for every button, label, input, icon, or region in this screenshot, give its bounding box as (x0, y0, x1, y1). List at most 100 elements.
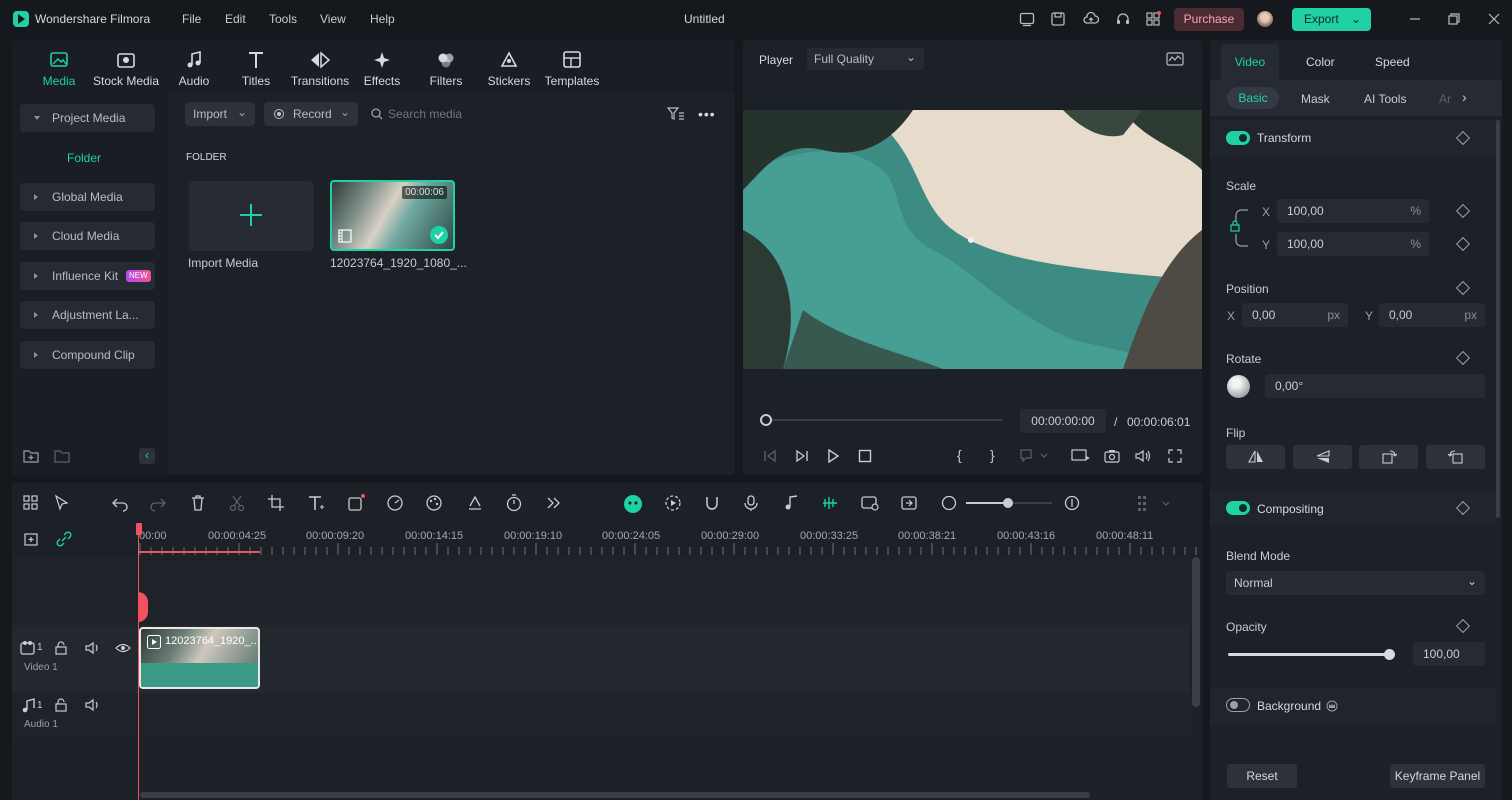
subtab-basic[interactable]: Basic (1227, 87, 1279, 109)
position-x-input[interactable]: 0,00 px (1242, 303, 1348, 327)
collapse-sidebar-button[interactable]: ‹ (139, 448, 155, 464)
folder-icon[interactable] (54, 449, 70, 463)
flip-horizontal-button[interactable] (1226, 445, 1285, 469)
playhead-top-marker[interactable] (136, 523, 142, 535)
zoom-out-icon[interactable] (940, 494, 960, 514)
cloud-upload-icon[interactable] (1083, 11, 1099, 27)
sidebar-item-cloud-media[interactable]: Cloud Media (20, 222, 155, 250)
avatar[interactable] (1257, 11, 1273, 27)
keyframe-panel-button[interactable]: Keyframe Panel (1390, 764, 1485, 788)
tab-templates[interactable]: Templates (537, 50, 607, 88)
properties-scrollbar[interactable] (1496, 120, 1500, 518)
marker-icon[interactable] (1019, 449, 1049, 463)
play-icon[interactable] (826, 449, 840, 463)
more-tools-icon[interactable] (544, 494, 564, 514)
export-button[interactable]: Export ⌄ (1292, 8, 1371, 31)
apps-grid-icon[interactable] (1145, 11, 1161, 27)
layout-switch-icon[interactable] (22, 494, 42, 514)
purchase-button[interactable]: Purchase (1174, 8, 1244, 31)
scale-x-input[interactable]: 100,00 % (1277, 199, 1429, 223)
display-settings-icon[interactable] (1071, 449, 1091, 463)
grid-handle-icon[interactable] (1136, 494, 1170, 514)
tab-audio[interactable]: Audio (159, 50, 229, 88)
rotate-counterclockwise-button[interactable] (1426, 445, 1485, 469)
auto-ripple-icon[interactable] (821, 494, 841, 514)
subtab-mask[interactable]: Mask (1301, 92, 1330, 106)
redo-icon[interactable] (149, 494, 169, 514)
blend-mode-select[interactable]: Normal ⌄ (1226, 571, 1485, 595)
snapshot-camera-icon[interactable] (1104, 449, 1120, 463)
previous-frame-icon[interactable] (762, 449, 778, 463)
select-pointer-icon[interactable] (53, 494, 73, 514)
compositing-toggle[interactable] (1226, 501, 1250, 515)
scale-y-input[interactable]: 100,00 % (1277, 232, 1429, 256)
sidebar-item-global-media[interactable]: Global Media (20, 183, 155, 211)
menu-edit[interactable]: Edit (225, 12, 246, 26)
tab-filters[interactable]: Filters (411, 50, 481, 88)
undo-icon[interactable] (111, 494, 131, 514)
horizontal-scrollbar[interactable] (140, 792, 1090, 798)
audio-track-mute-icon[interactable] (85, 698, 101, 712)
rotate-input[interactable]: 0,00° (1265, 374, 1485, 398)
headset-icon[interactable] (1115, 11, 1131, 27)
import-dropdown[interactable]: Import ⌄ (185, 102, 255, 126)
sidebar-item-adjustment-layer[interactable]: Adjustment La... (20, 301, 155, 329)
transform-toggle[interactable] (1226, 131, 1250, 145)
volume-icon[interactable] (1135, 449, 1153, 463)
screen-record-icon[interactable] (861, 494, 881, 514)
restore-icon[interactable] (1446, 11, 1462, 27)
tab-effects[interactable]: Effects (347, 50, 417, 88)
rotate-clockwise-button[interactable] (1359, 445, 1418, 469)
track-lock-icon[interactable] (54, 641, 68, 655)
import-media-tile[interactable] (189, 181, 314, 251)
audio-beat-icon[interactable] (782, 494, 802, 514)
menu-help[interactable]: Help (370, 12, 395, 26)
track-mute-icon[interactable] (85, 641, 101, 655)
detach-icon[interactable] (900, 494, 920, 514)
stop-icon[interactable] (858, 449, 872, 463)
record-dropdown[interactable]: Record ⌄ (264, 102, 358, 126)
vertical-scrollbar[interactable] (1192, 557, 1200, 707)
ai-mate-icon[interactable] (623, 494, 643, 514)
playhead-line[interactable] (138, 523, 139, 800)
sidebar-folder[interactable]: Folder (67, 151, 101, 165)
track-visibility-eye-icon[interactable] (115, 642, 131, 654)
sidebar-item-influence-kit[interactable]: Influence Kit NEW (20, 262, 155, 290)
sidebar-item-project-media[interactable]: Project Media (20, 104, 155, 132)
rotate-dial[interactable] (1227, 375, 1250, 398)
flip-vertical-button[interactable] (1293, 445, 1352, 469)
crop-icon[interactable] (267, 494, 287, 514)
subtab-ai-tools[interactable]: AI Tools (1364, 92, 1406, 106)
video-clip[interactable]: 12023764_1920_... (139, 627, 260, 689)
aspect-lock-icon[interactable] (1228, 208, 1250, 248)
mark-out-icon[interactable]: } (990, 447, 995, 463)
more-options-icon[interactable]: ••• (698, 106, 716, 122)
new-folder-icon[interactable] (23, 449, 39, 463)
microphone-icon[interactable] (742, 494, 762, 514)
scopes-icon[interactable] (1166, 52, 1184, 66)
delete-icon[interactable] (189, 494, 209, 514)
opacity-slider-handle[interactable] (1384, 649, 1395, 660)
audio-track-lock-icon[interactable] (54, 698, 68, 712)
next-frame-icon[interactable] (794, 449, 810, 463)
minimize-icon[interactable] (1407, 11, 1423, 27)
preview-video[interactable] (743, 110, 1202, 369)
playback-scrubber-handle[interactable] (760, 414, 772, 426)
tab-titles[interactable]: Titles (221, 50, 291, 88)
position-y-input[interactable]: 0,00 px (1379, 303, 1485, 327)
color-palette-icon[interactable] (425, 494, 445, 514)
auto-enhance-icon[interactable] (466, 494, 486, 514)
menu-tools[interactable]: Tools (269, 12, 297, 26)
layout-icon[interactable] (1019, 11, 1035, 27)
save-icon[interactable] (1050, 11, 1066, 27)
text-tool-icon[interactable] (307, 494, 327, 514)
link-icon[interactable] (55, 530, 73, 548)
menu-view[interactable]: View (320, 12, 346, 26)
shape-tool-icon[interactable] (347, 494, 367, 514)
tab-video[interactable]: Video (1221, 44, 1279, 80)
tab-transitions[interactable]: Transitions (285, 50, 355, 88)
background-toggle[interactable] (1226, 698, 1250, 712)
speed-ramp-icon[interactable] (386, 494, 406, 514)
mark-in-icon[interactable]: { (957, 447, 962, 463)
scissors-icon[interactable] (228, 494, 248, 514)
